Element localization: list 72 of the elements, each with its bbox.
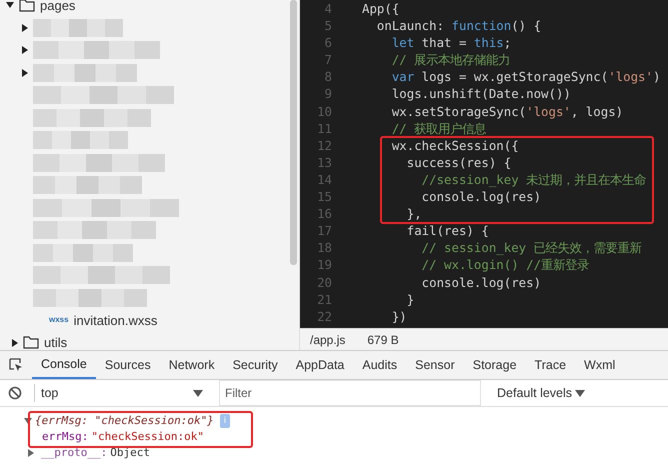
line-number: 12 [316, 136, 332, 154]
line-number: 4 [324, 0, 332, 18]
levels-dropdown[interactable]: Default levels [497, 384, 586, 402]
property-key: errMsg: [42, 428, 88, 446]
line-number: 21 [316, 290, 332, 308]
line-number: 7 [324, 51, 332, 68]
line-number: 17 [316, 222, 332, 240]
dropdown-caret-icon [575, 390, 586, 396]
line-number: 19 [316, 256, 332, 274]
tree-item[interactable]: pages [0, 0, 299, 16]
folder-icon [19, 0, 35, 12]
log-summary: {errMsg: "checkSession:ok"} [35, 412, 214, 429]
line-number: 10 [316, 102, 332, 120]
code-text: App({ [362, 0, 400, 18]
file-path: /app.js [310, 332, 346, 348]
devtools-tab[interactable]: Wxml [575, 351, 624, 379]
expanded-arrow-icon[interactable] [6, 2, 14, 8]
line-number: 6 [324, 34, 332, 52]
code-text: console.log(res) [420, 274, 542, 291]
devtools-tab[interactable]: Storage [464, 351, 526, 379]
code-text: // wx.login() //重新登录 [420, 256, 590, 274]
line-number: 20 [316, 274, 332, 291]
line-number: 22 [316, 308, 332, 325]
devtools-tab[interactable]: Security [224, 351, 287, 379]
context-dropdown[interactable]: top [34, 384, 209, 402]
line-number: 13 [316, 154, 332, 171]
folder-icon [23, 336, 39, 350]
code-text: var logs = wx.getStorageSync('logs') [390, 68, 660, 86]
line-number: 18 [316, 239, 332, 256]
code-text: // 展示本地存储能力 [390, 51, 510, 68]
wxss-file-icon: wxss [49, 314, 69, 326]
code-text: // session_key 已经失效，需要重新 [420, 239, 642, 256]
file-size: 679 B [367, 332, 399, 348]
devtools-tab[interactable]: Network [160, 351, 224, 379]
code-text: let that = this; [390, 34, 512, 52]
property-value: Object [110, 444, 150, 461]
scrollbar[interactable] [290, 0, 297, 265]
devtools-tab[interactable]: Sources [96, 351, 160, 379]
code-text: //session_key 未过期，并且在本生命 [420, 170, 646, 188]
devtools-tab[interactable]: AppData [286, 351, 354, 379]
line-number: 5 [324, 17, 332, 34]
line-number: 14 [316, 170, 332, 188]
devtools-tab[interactable]: Audits [353, 351, 406, 379]
code-text: }, [406, 205, 422, 222]
property-value: "checkSession:ok" [91, 428, 204, 445]
line-number: 16 [316, 205, 332, 222]
folder-name: pages [40, 0, 76, 15]
devtools-tab[interactable]: Sensor [406, 351, 464, 379]
line-number: 8 [324, 68, 332, 86]
clear-console-icon[interactable] [8, 386, 22, 400]
folder-name: utils [44, 334, 68, 350]
dropdown-caret-icon [193, 390, 203, 396]
code-text: // 获取用户信息 [390, 120, 486, 137]
code-text: onLaunch: function() { [376, 17, 542, 34]
code-text: success(res) { [406, 154, 512, 171]
inspect-element-icon[interactable] [8, 357, 24, 373]
code-text: fail(res) { [406, 222, 489, 240]
devtools-tab[interactable]: Console [32, 351, 96, 379]
code-text: }) [390, 308, 407, 325]
info-badge: i [220, 414, 230, 428]
code-text: } [406, 290, 414, 308]
code-text: wx.checkSession({ [390, 136, 519, 154]
file-name[interactable]: invitation.wxss [74, 310, 158, 330]
line-number: 11 [316, 120, 332, 137]
line-number: 15 [316, 188, 332, 206]
property-key: __proto__: [41, 444, 108, 462]
code-text: console.log(res) [420, 188, 542, 206]
code-text: logs.unshift(Date.now()) [390, 85, 571, 103]
filter-field[interactable]: Filter [219, 380, 481, 406]
line-number: 9 [324, 85, 332, 103]
code-text: wx.setStorageSync('logs', logs) [390, 102, 624, 120]
devtools-tab[interactable]: Trace [526, 351, 576, 379]
